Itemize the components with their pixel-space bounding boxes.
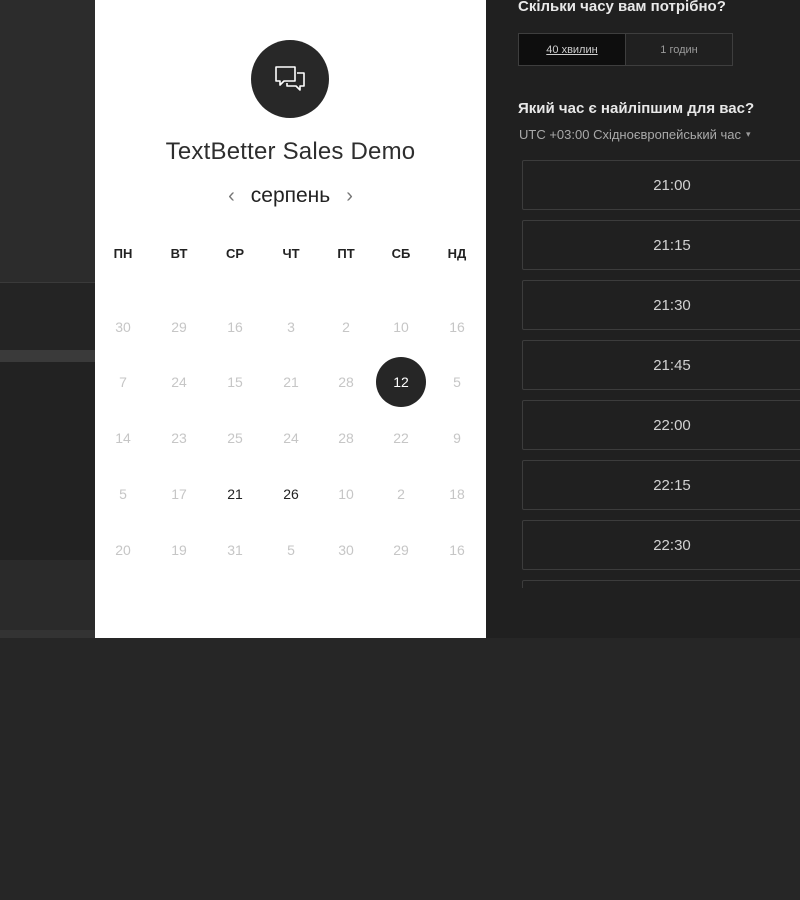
time-slot-label: 21:15 — [653, 236, 691, 254]
calendar-day: 22 — [393, 430, 409, 446]
calendar-day: 14 — [115, 430, 131, 446]
timezone-selector[interactable]: UTC +03:00 Східноєвропейський час ▾ — [519, 127, 751, 142]
calendar-day: 24 — [283, 430, 299, 446]
calendar-day: 2 — [397, 486, 405, 502]
duration-selector: 40 хвилин 1 годин — [518, 33, 733, 66]
time-slot-label: 21:45 — [653, 356, 691, 374]
calendar-day: 31 — [227, 542, 243, 558]
calendar-day: 30 — [115, 319, 131, 335]
duration-option-label: 1 годин — [660, 43, 698, 56]
calendar-grid: 30 29 16 3 2 10 16 7 24 15 21 28 12 5 14 23 25 24 28 22 9 5 17… — [95, 0, 486, 638]
calendar-day: 20 — [115, 542, 131, 558]
calendar-day: 16 — [449, 542, 465, 558]
time-slot[interactable]: 21:00 — [522, 160, 800, 210]
background-divider — [0, 630, 95, 638]
calendar-day: 25 — [227, 430, 243, 446]
background-section — [0, 362, 95, 560]
time-slot-label: 22:15 — [653, 476, 691, 494]
time-slot[interactable] — [522, 580, 800, 588]
calendar-day: 5 — [287, 542, 295, 558]
calendar-day: 9 — [453, 430, 461, 446]
background-section — [0, 282, 95, 352]
time-slot[interactable]: 21:45 — [522, 340, 800, 390]
time-slot-label: 22:00 — [653, 416, 691, 434]
calendar-day: 10 — [393, 319, 409, 335]
time-slot-list: 21:00 21:15 21:30 21:45 22:00 22:15 22:3… — [522, 160, 800, 588]
calendar-day: 30 — [338, 542, 354, 558]
calendar-day: 23 — [171, 430, 187, 446]
calendar-day: 10 — [338, 486, 354, 502]
calendar-day: 5 — [453, 374, 461, 390]
calendar-day[interactable]: 26 — [266, 469, 316, 519]
calendar-day: 28 — [338, 374, 354, 390]
time-question: Який час є найліпшим для вас? — [518, 100, 755, 117]
calendar-day: 5 — [119, 486, 127, 502]
calendar-day: 24 — [171, 374, 187, 390]
calendar-day: 3 — [287, 319, 295, 335]
calendar-day[interactable]: 21 — [210, 469, 260, 519]
time-slot[interactable]: 22:00 — [522, 400, 800, 450]
calendar-day: 2 — [342, 319, 350, 335]
time-slot[interactable]: 21:15 — [522, 220, 800, 270]
background-section — [0, 560, 95, 630]
duration-option-label: 40 хвилин — [546, 43, 598, 56]
time-slot[interactable]: 22:15 — [522, 460, 800, 510]
app-root: TextBetter Sales Demo ‹ серпень › ПН ВТ СР… — [0, 0, 800, 900]
calendar-day: 16 — [449, 319, 465, 335]
calendar-day-selected[interactable]: 12 — [376, 357, 426, 407]
background-divider — [0, 350, 95, 362]
calendar-day: 21 — [283, 374, 299, 390]
calendar-day: 7 — [119, 374, 127, 390]
calendar-day: 16 — [227, 319, 243, 335]
background-section — [0, 0, 95, 282]
time-slot-label: 21:30 — [653, 296, 691, 314]
calendar-modal: TextBetter Sales Demo ‹ серпень › ПН ВТ СР… — [95, 0, 486, 638]
duration-option-40-min[interactable]: 40 хвилин — [519, 34, 626, 65]
calendar-day: 18 — [449, 486, 465, 502]
calendar-day: 15 — [227, 374, 243, 390]
calendar-day: 19 — [171, 542, 187, 558]
calendar-day: 28 — [338, 430, 354, 446]
time-slot-label: 21:00 — [653, 176, 691, 194]
chevron-down-icon: ▾ — [745, 129, 751, 139]
time-slot-label: 22:30 — [653, 536, 691, 554]
time-slot[interactable]: 22:30 — [522, 520, 800, 570]
timezone-label: UTC +03:00 Східноєвропейський час — [519, 127, 741, 142]
duration-option-1-hour[interactable]: 1 годин — [626, 34, 732, 65]
duration-question: Скільки часу вам потрібно? — [518, 0, 726, 15]
calendar-day: 29 — [393, 542, 409, 558]
time-slot[interactable]: 21:30 — [522, 280, 800, 330]
calendar-day: 29 — [171, 319, 187, 335]
calendar-day: 17 — [171, 486, 187, 502]
